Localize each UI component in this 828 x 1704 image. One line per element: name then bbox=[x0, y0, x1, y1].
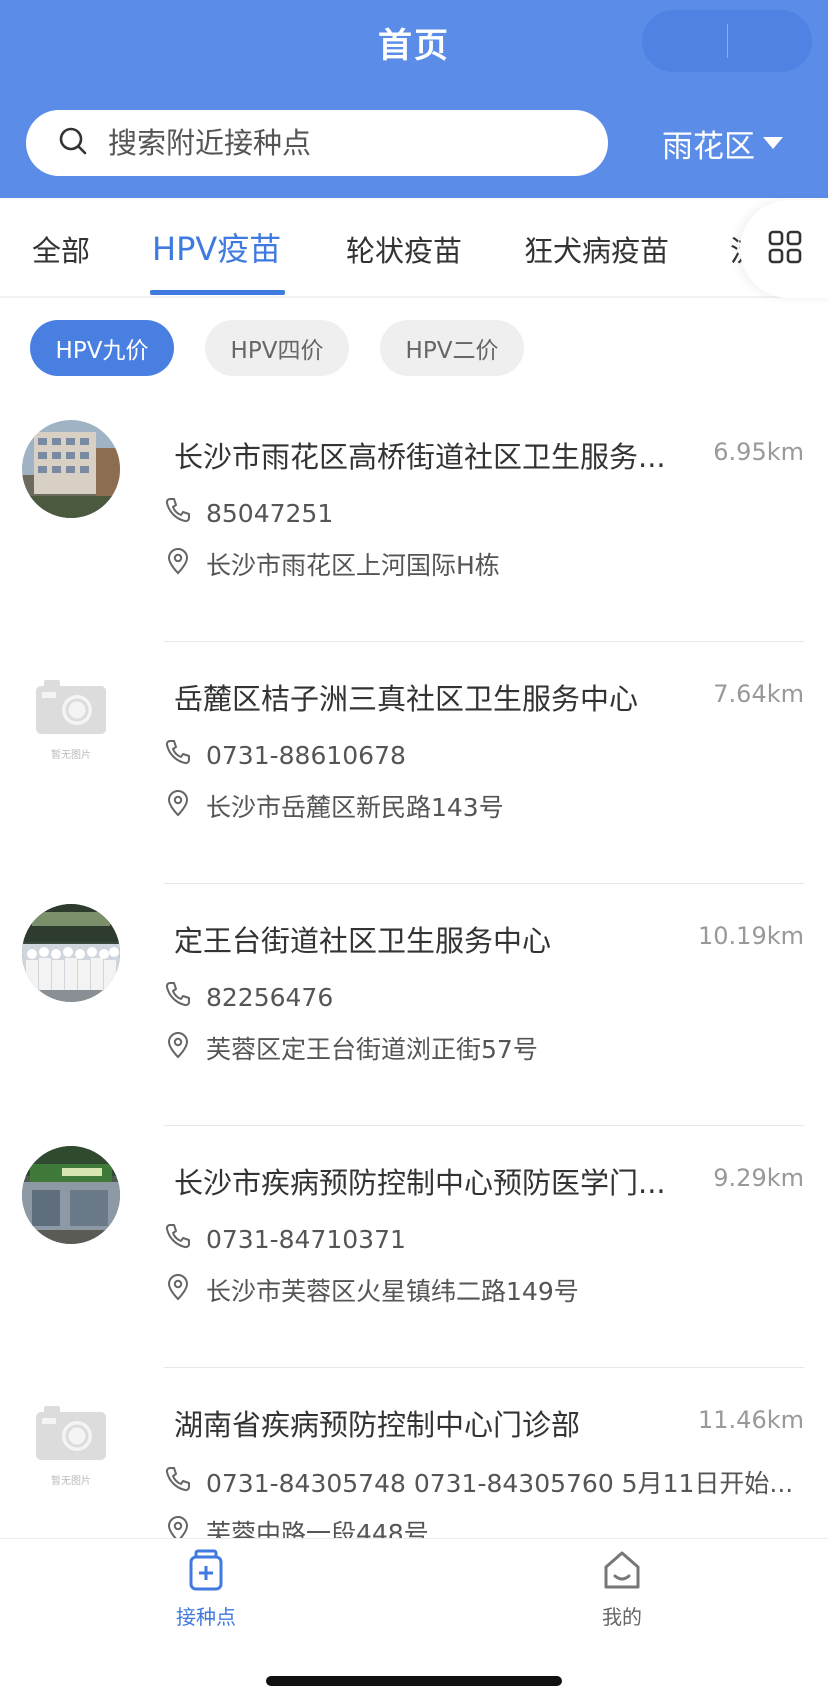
tab-hpv[interactable]: HPV疫苗 bbox=[152, 224, 281, 270]
clinic-name: 长沙市雨花区高桥街道社区卫生服务... bbox=[174, 440, 666, 474]
capsule-close-button[interactable] bbox=[728, 10, 813, 72]
location-pin-icon bbox=[164, 547, 192, 581]
clinic-distance: 9.29km bbox=[713, 1164, 804, 1192]
search-bar[interactable] bbox=[26, 110, 608, 176]
capsule-menu-button[interactable] bbox=[642, 10, 727, 72]
phone-icon bbox=[164, 1465, 192, 1499]
no-image-placeholder: 暂无图片 bbox=[22, 676, 120, 766]
clinic-distance: 7.64km bbox=[713, 680, 804, 708]
smile-house-icon bbox=[601, 1551, 643, 1595]
clinic-distance: 11.46km bbox=[698, 1406, 804, 1434]
location-pin-icon bbox=[164, 789, 192, 823]
clinic-address: 长沙市岳麓区新民路143号 bbox=[206, 793, 504, 822]
camera-icon bbox=[36, 680, 106, 734]
tab-rotavirus[interactable]: 轮状疫苗 bbox=[346, 228, 462, 270]
clinic-address-row: 长沙市芙蓉区火星镇纬二路149号 bbox=[164, 1272, 579, 1308]
nav-label: 接种点 bbox=[176, 1605, 236, 1629]
clinic-name: 岳麓区桔子洲三真社区卫生服务中心 bbox=[174, 682, 639, 716]
header: 首页 雨花区 bbox=[0, 0, 828, 198]
clinic-name: 长沙市疾病预防控制中心预防医学门... bbox=[174, 1166, 666, 1200]
clinic-phone-row[interactable]: 0731-84710371 bbox=[164, 1222, 406, 1256]
caret-down-icon bbox=[763, 137, 783, 149]
clinic-phone: 0731-84710371 bbox=[206, 1224, 406, 1254]
tab-all[interactable]: 全部 bbox=[32, 228, 90, 270]
location-pin-icon bbox=[164, 1031, 192, 1065]
clinic-phone-row[interactable]: 0731-88610678 bbox=[164, 738, 406, 772]
search-icon bbox=[58, 126, 88, 160]
clinic-phone: 85047251 bbox=[206, 498, 334, 528]
clinic-phone: 0731-84305748 0731-84305760 5月11日开始... bbox=[206, 1469, 794, 1498]
clinic-distance: 10.19km bbox=[698, 922, 804, 950]
home-indicator[interactable] bbox=[266, 1676, 562, 1686]
clinic-list-item[interactable]: 长沙市疾病预防控制中心预防医学门... 9.29km 0731-84710371… bbox=[0, 1126, 828, 1368]
nav-label: 我的 bbox=[602, 1605, 642, 1629]
active-tab-indicator bbox=[150, 290, 285, 295]
clinic-phone-row[interactable]: 0731-84305748 0731-84305760 5月11日开始... bbox=[164, 1464, 793, 1500]
mini-program-capsule[interactable] bbox=[642, 10, 812, 72]
chip-hpv9[interactable]: HPV九价 bbox=[30, 320, 174, 376]
region-label: 雨花区 bbox=[662, 128, 755, 165]
clinic-address-row: 长沙市雨花区上河国际H栋 bbox=[164, 546, 500, 582]
phone-icon bbox=[164, 980, 192, 1014]
clinic-phone-row[interactable]: 82256476 bbox=[164, 980, 333, 1014]
vaccine-type-chips: HPV九价 HPV四价 HPV二价 bbox=[0, 320, 828, 380]
no-image-placeholder: 暂无图片 bbox=[22, 1402, 120, 1492]
clinic-phone: 82256476 bbox=[206, 982, 334, 1012]
placeholder-text: 暂无图片 bbox=[51, 750, 91, 761]
camera-icon bbox=[36, 1406, 106, 1460]
clinic-list-item[interactable]: 定王台街道社区卫生服务中心 10.19km 82256476 芙蓉区定王台街道浏… bbox=[0, 884, 828, 1126]
clinic-name: 定王台街道社区卫生服务中心 bbox=[174, 924, 552, 958]
clinic-address: 芙蓉区定王台街道浏正街57号 bbox=[206, 1035, 538, 1064]
clinic-phone-row[interactable]: 85047251 bbox=[164, 496, 333, 530]
clinic-list-item[interactable]: 长沙市雨花区高桥街道社区卫生服务... 6.95km 85047251 长沙市雨… bbox=[0, 400, 828, 642]
clinic-address-row: 芙蓉区定王台街道浏正街57号 bbox=[164, 1030, 538, 1066]
clinic-phone: 0731-88610678 bbox=[206, 740, 406, 770]
search-input[interactable] bbox=[108, 126, 548, 160]
clinic-list-item[interactable]: 暂无图片 岳麓区桔子洲三真社区卫生服务中心 7.64km 0731-886106… bbox=[0, 642, 828, 884]
placeholder-text: 暂无图片 bbox=[51, 1476, 91, 1487]
clinic-photo bbox=[22, 420, 120, 518]
nav-mine[interactable]: 我的 bbox=[552, 1549, 692, 1630]
phone-icon bbox=[164, 738, 192, 772]
clinic-name: 湖南省疾病预防控制中心门诊部 bbox=[174, 1408, 581, 1442]
clinic-photo bbox=[22, 904, 120, 1002]
phone-icon bbox=[164, 1222, 192, 1256]
grid-icon bbox=[768, 230, 802, 268]
clinic-distance: 6.95km bbox=[713, 438, 804, 466]
clinic-address: 长沙市芙蓉区火星镇纬二路149号 bbox=[206, 1277, 579, 1306]
clinic-address: 长沙市雨花区上河国际H栋 bbox=[206, 551, 500, 580]
phone-icon bbox=[164, 496, 192, 530]
category-tabs: 全部 HPV疫苗 轮状疫苗 狂犬病疫苗 流 bbox=[0, 198, 828, 298]
chip-hpv4[interactable]: HPV四价 bbox=[205, 320, 349, 376]
tab-rabies[interactable]: 狂犬病疫苗 bbox=[524, 228, 669, 270]
chip-hpv2[interactable]: HPV二价 bbox=[380, 320, 524, 376]
clinic-address-row: 长沙市岳麓区新民路143号 bbox=[164, 788, 504, 824]
all-categories-button[interactable] bbox=[740, 200, 828, 298]
clinic-photo bbox=[22, 1146, 120, 1244]
location-pin-icon bbox=[164, 1273, 192, 1307]
vaccine-bottle-icon bbox=[186, 1549, 226, 1595]
nav-vaccination-sites[interactable]: 接种点 bbox=[136, 1549, 276, 1630]
region-selector[interactable]: 雨花区 bbox=[662, 118, 783, 168]
